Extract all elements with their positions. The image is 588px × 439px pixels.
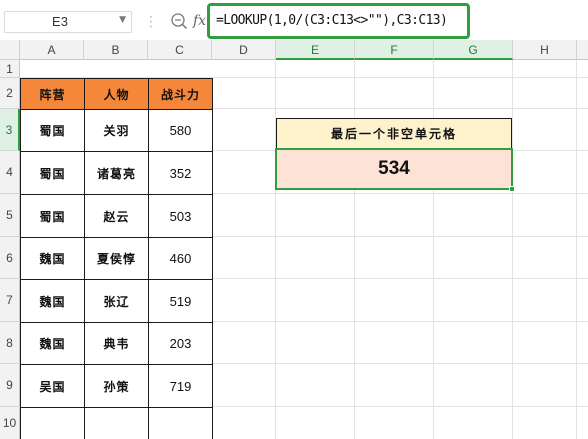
row-header-10[interactable]: 10: [0, 407, 20, 439]
gridline: [433, 60, 434, 439]
table-cell-power[interactable]: 203: [149, 323, 213, 365]
row-header-3[interactable]: 3: [0, 109, 20, 151]
column-header-c[interactable]: C: [148, 40, 212, 60]
column-header-e[interactable]: E: [276, 40, 355, 60]
gridline: [212, 236, 588, 237]
column-header-h[interactable]: H: [513, 40, 577, 60]
table-header-power[interactable]: 战斗力: [149, 79, 213, 110]
gridline: [212, 406, 588, 407]
table-cell-person[interactable]: 典韦: [85, 323, 149, 365]
select-all-corner[interactable]: [0, 40, 20, 60]
table-cell-power[interactable]: 580: [149, 110, 213, 152]
formula-text: =LOOKUP(1,0/(C3:C13<>""),C3:C13): [216, 13, 448, 28]
table-cell-power[interactable]: [149, 408, 213, 439]
gridline: [275, 60, 276, 439]
row-header-1[interactable]: 1: [0, 60, 20, 78]
gridline: [212, 108, 588, 109]
table-cell-person[interactable]: 关羽: [85, 110, 149, 152]
table-cell-person[interactable]: 孙策: [85, 365, 149, 408]
result-title-cell[interactable]: 最后一个非空单元格: [276, 118, 512, 149]
table-cell-power[interactable]: 719: [149, 365, 213, 408]
column-header-g[interactable]: G: [434, 40, 513, 60]
fill-handle[interactable]: [509, 186, 515, 192]
row-header-7[interactable]: 7: [0, 279, 20, 322]
table-cell-camp[interactable]: 蜀国: [21, 152, 85, 195]
gridline: [212, 278, 588, 279]
column-header-f[interactable]: F: [355, 40, 434, 60]
table-header-person[interactable]: 人物: [85, 79, 149, 110]
table-cell-person[interactable]: 夏侯惇: [85, 238, 149, 280]
table-cell-camp[interactable]: 魏国: [21, 323, 85, 365]
column-header-b[interactable]: B: [84, 40, 148, 60]
name-box[interactable]: E3 ▼: [4, 11, 132, 33]
row-header-6[interactable]: 6: [0, 237, 20, 279]
table-cell-power[interactable]: 352: [149, 152, 213, 195]
gridline: [212, 363, 588, 364]
gridline: [212, 321, 588, 322]
row-header-8[interactable]: 8: [0, 322, 20, 364]
zoom-icon[interactable]: [170, 12, 188, 30]
table-cell-power[interactable]: 460: [149, 238, 213, 280]
fx-icon[interactable]: fx: [193, 11, 206, 31]
table-cell-power[interactable]: 519: [149, 280, 213, 323]
spreadsheet-grid: A B C D E F G H 1 2 3 4 5 6 7 8 9 10 阵营 …: [0, 40, 588, 439]
column-header-a[interactable]: A: [20, 40, 84, 60]
row-header-9[interactable]: 9: [0, 364, 20, 407]
result-value-cell[interactable]: 534: [275, 148, 513, 190]
table-cell-person[interactable]: [85, 408, 149, 439]
table-cell-camp[interactable]: 蜀国: [21, 110, 85, 152]
table-header-camp[interactable]: 阵营: [21, 79, 85, 110]
row-header-4[interactable]: 4: [0, 151, 20, 194]
gridline: [576, 60, 577, 439]
column-header-i[interactable]: [577, 40, 588, 60]
gridline: [354, 60, 355, 439]
table-cell-person[interactable]: 诸葛亮: [85, 152, 149, 195]
formula-bar: E3 ▼ ⋮ fx =LOOKUP(1,0/(C3:C13<>""),C3:C1…: [0, 0, 588, 44]
table-cell-camp[interactable]: 魏国: [21, 238, 85, 280]
gridline: [212, 193, 588, 194]
table-cell-person[interactable]: 张辽: [85, 280, 149, 323]
column-header-d[interactable]: D: [212, 40, 276, 60]
table-cell-power[interactable]: 503: [149, 195, 213, 238]
table-cell-camp[interactable]: 蜀国: [21, 195, 85, 238]
formula-input[interactable]: =LOOKUP(1,0/(C3:C13<>""),C3:C13): [207, 3, 470, 39]
separator-icon: ⋮: [144, 14, 158, 30]
row-header-5[interactable]: 5: [0, 194, 20, 237]
table-cell-person[interactable]: 赵云: [85, 195, 149, 238]
cell-reference: E3: [52, 14, 68, 29]
chevron-down-icon[interactable]: ▼: [119, 15, 126, 25]
table-cell-camp[interactable]: [21, 408, 85, 439]
gridline: [512, 60, 513, 439]
table-cell-camp[interactable]: 魏国: [21, 280, 85, 323]
table-cell-camp[interactable]: 吴国: [21, 365, 85, 408]
row-header-2[interactable]: 2: [0, 78, 20, 109]
